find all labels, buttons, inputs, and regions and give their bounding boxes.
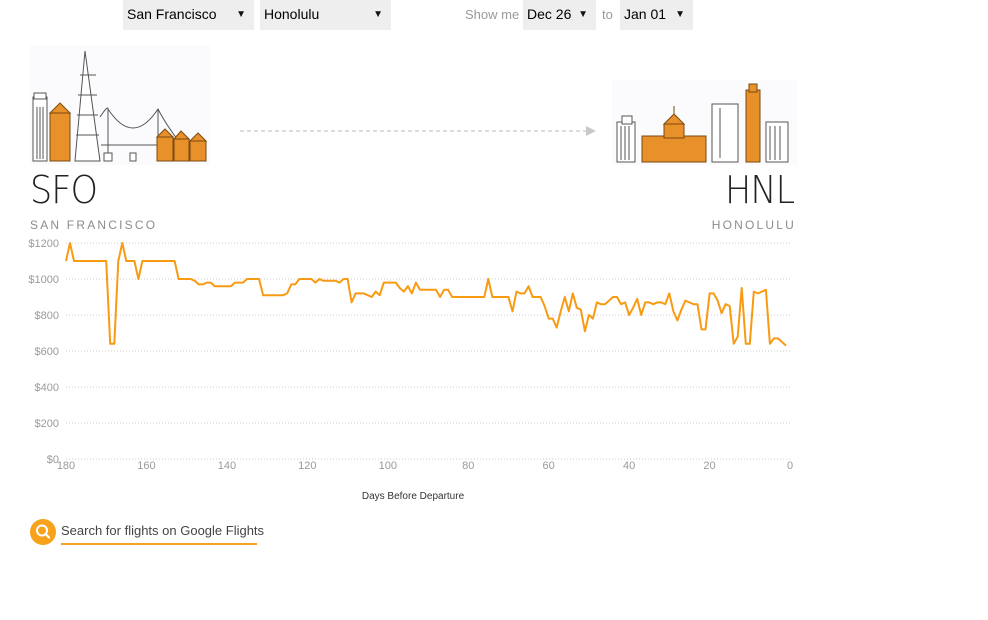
from-date-value: Dec 26 xyxy=(527,6,572,22)
chevron-down-icon: ▼ xyxy=(373,9,383,20)
price-series-line xyxy=(65,242,787,347)
y-tick-label: $1200 xyxy=(28,238,59,250)
to-label: to xyxy=(602,7,613,22)
x-axis-label: Days Before Departure xyxy=(362,491,465,502)
x-tick-label: 100 xyxy=(379,460,397,472)
x-tick-label: 120 xyxy=(298,460,316,472)
y-tick-label: $600 xyxy=(35,346,59,358)
x-tick-label: 160 xyxy=(137,460,155,472)
x-tick-label: 40 xyxy=(623,460,635,472)
search-link-label: Search for flights on Google Flights xyxy=(61,523,265,538)
honolulu-skyline-illustration xyxy=(612,80,797,165)
origin-select-value: San Francisco xyxy=(127,6,217,22)
destination-city-name: HONOLULU xyxy=(711,218,796,232)
google-flights-search-link[interactable]: Search for flights on Google Flights xyxy=(30,517,264,549)
y-tick-label: $800 xyxy=(35,310,59,322)
to-date-select[interactable]: Jan 01 ▼ xyxy=(620,0,693,30)
show-me-label: Show me xyxy=(465,7,520,22)
destination-select-value: Honolulu xyxy=(264,6,320,22)
search-icon xyxy=(30,519,56,545)
y-tick-label: $1000 xyxy=(28,274,59,286)
x-tick-label: 140 xyxy=(218,460,236,472)
origin-airport-code: SFO xyxy=(30,168,98,212)
san-francisco-skyline-illustration xyxy=(30,45,210,165)
origin-city-name: SAN FRANCISCO xyxy=(30,218,158,232)
chevron-down-icon: ▼ xyxy=(236,9,246,20)
chevron-down-icon: ▼ xyxy=(578,9,588,20)
x-tick-label: 20 xyxy=(703,460,715,472)
y-tick-label: $200 xyxy=(35,418,59,430)
x-tick-label: 0 xyxy=(787,460,793,472)
y-tick-label: $400 xyxy=(35,382,59,394)
destination-select[interactable]: Honolulu ▼ xyxy=(260,0,391,30)
x-tick-label: 60 xyxy=(543,460,555,472)
route-arrow-icon xyxy=(240,126,596,136)
destination-airport-code: HNL xyxy=(724,168,795,212)
chevron-down-icon: ▼ xyxy=(675,9,685,20)
from-date-select[interactable]: Dec 26 ▼ xyxy=(523,0,596,30)
to-date-value: Jan 01 xyxy=(624,6,667,22)
search-link-underline xyxy=(61,543,257,545)
x-tick-label: 180 xyxy=(57,460,75,472)
origin-select[interactable]: San Francisco ▼ xyxy=(123,0,254,30)
price-history-chart: $0$200$400$600$800$1000$1200 180 160 140 12… xyxy=(28,238,793,502)
x-tick-label: 80 xyxy=(462,460,474,472)
